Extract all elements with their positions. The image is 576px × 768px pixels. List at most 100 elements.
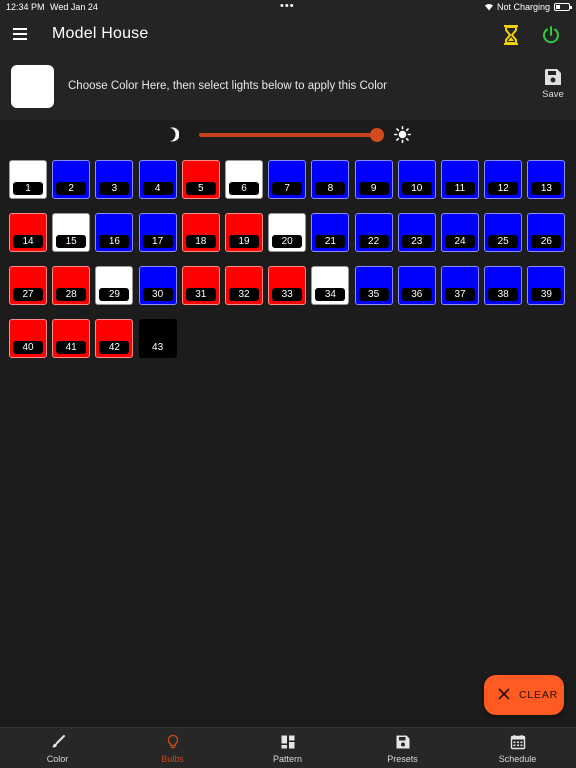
nav-item-color[interactable]: Color bbox=[0, 728, 115, 768]
bulb-tile[interactable]: 35 bbox=[354, 266, 393, 305]
nav-item-bulbs[interactable]: Bulbs bbox=[115, 728, 230, 768]
bulb-tile[interactable]: 34 bbox=[311, 266, 350, 305]
bulb-tile[interactable]: 29 bbox=[95, 266, 134, 305]
bulb-tile[interactable]: 2 bbox=[52, 160, 91, 199]
bulb-number: 35 bbox=[358, 288, 389, 301]
bulb-tile[interactable]: 16 bbox=[95, 213, 134, 252]
bulb-tile[interactable]: 4 bbox=[138, 160, 177, 199]
clear-button[interactable]: CLEAR bbox=[484, 675, 564, 715]
brush-icon bbox=[52, 735, 65, 748]
bulb-tile[interactable]: 13 bbox=[527, 160, 566, 199]
page-title: Model House bbox=[52, 25, 149, 42]
bulb-tile[interactable]: 39 bbox=[527, 266, 566, 305]
bulb-tile[interactable]: 42 bbox=[95, 319, 134, 358]
save-icon bbox=[545, 69, 561, 85]
bulb-number: 8 bbox=[315, 182, 346, 195]
bulb-number: 39 bbox=[531, 288, 562, 301]
bulb-tile[interactable]: 3 bbox=[95, 160, 134, 199]
brightness-slider-row bbox=[0, 120, 576, 150]
bulb-number: 27 bbox=[13, 288, 43, 301]
bulb-tile[interactable]: 22 bbox=[354, 213, 393, 252]
brightness-slider-thumb[interactable] bbox=[370, 128, 384, 142]
bulb-number: 4 bbox=[142, 182, 173, 195]
bulb-number: 11 bbox=[445, 182, 475, 195]
bulb-tile[interactable]: 18 bbox=[181, 213, 220, 252]
bulb-number: 3 bbox=[99, 182, 130, 195]
bulb-number: 10 bbox=[401, 182, 432, 195]
nav-label-schedule: Schedule bbox=[498, 754, 537, 764]
bulb-grid: 1 2 3 4 5 6 7 8 9 10 11 12 13 14 15 16 17 18 19 20 21 22 23 24 2… bbox=[0, 150, 576, 730]
bulb-tile[interactable]: 17 bbox=[138, 213, 177, 252]
bulb-tile[interactable]: 14 bbox=[9, 213, 47, 252]
bulb-tile[interactable]: 19 bbox=[225, 213, 263, 252]
bulb-tile[interactable]: 20 bbox=[268, 213, 307, 252]
sun-icon bbox=[394, 126, 412, 144]
bulb-tile[interactable]: 28 bbox=[52, 266, 91, 305]
app-bar: Model House bbox=[0, 16, 576, 54]
bulb-tile[interactable]: 38 bbox=[484, 266, 523, 305]
bulb-tile[interactable]: 36 bbox=[397, 266, 436, 305]
bulb-number: 7 bbox=[272, 182, 303, 195]
bulb-number: 40 bbox=[13, 341, 43, 354]
nav-item-pattern[interactable]: Pattern bbox=[230, 728, 345, 768]
bulb-tile[interactable]: 1 bbox=[9, 160, 47, 199]
bulb-tile[interactable]: 40 bbox=[9, 319, 47, 358]
bulb-tile[interactable]: 15 bbox=[52, 213, 91, 252]
nav-item-presets[interactable]: Presets bbox=[345, 728, 460, 768]
bulb-number: 33 bbox=[272, 288, 303, 301]
selected-color-swatch[interactable] bbox=[11, 65, 54, 108]
bulb-number: 30 bbox=[142, 288, 173, 301]
bulb-tile[interactable]: 12 bbox=[484, 160, 523, 199]
bulb-number: 24 bbox=[445, 235, 475, 248]
bulb-number: 31 bbox=[185, 288, 216, 301]
bulb-number: 26 bbox=[531, 235, 562, 248]
bulb-tile[interactable]: 32 bbox=[225, 266, 263, 305]
bulb-number: 9 bbox=[358, 182, 389, 195]
brightness-slider-track[interactable] bbox=[199, 133, 377, 137]
bulb-tile[interactable]: 24 bbox=[441, 213, 479, 252]
bulb-tile[interactable]: 37 bbox=[441, 266, 479, 305]
bulb-number: 20 bbox=[272, 235, 303, 248]
bulb-tile[interactable]: 8 bbox=[311, 160, 350, 199]
bulb-number: 43 bbox=[142, 341, 173, 354]
bulb-tile[interactable]: 5 bbox=[181, 160, 220, 199]
grid-layout-icon bbox=[281, 735, 294, 749]
bulb-tile[interactable]: 25 bbox=[484, 213, 523, 252]
hourglass-icon[interactable] bbox=[503, 24, 519, 46]
bulb-tile[interactable]: 9 bbox=[354, 160, 393, 199]
bulb-tile[interactable]: 11 bbox=[441, 160, 479, 199]
bulb-number: 22 bbox=[358, 235, 389, 248]
menu-icon[interactable] bbox=[13, 28, 27, 40]
bulb-number: 42 bbox=[99, 341, 130, 354]
bulb-tile[interactable]: 7 bbox=[268, 160, 307, 199]
power-icon[interactable] bbox=[541, 25, 561, 45]
bulb-number: 23 bbox=[401, 235, 432, 248]
bulb-tile[interactable]: 10 bbox=[397, 160, 436, 199]
close-icon bbox=[498, 688, 510, 700]
bulb-tile[interactable]: 23 bbox=[397, 213, 436, 252]
bulb-tile[interactable]: 27 bbox=[9, 266, 47, 305]
bulb-number: 14 bbox=[13, 235, 43, 248]
bulb-number: 21 bbox=[315, 235, 346, 248]
nav-label-bulbs: Bulbs bbox=[161, 754, 184, 764]
bulb-number: 19 bbox=[229, 235, 259, 248]
multitasking-dots-icon[interactable]: ••• bbox=[280, 0, 295, 12]
save-button[interactable]: Save bbox=[536, 68, 570, 108]
nav-label-presets: Presets bbox=[387, 754, 418, 764]
bulb-tile[interactable]: 21 bbox=[311, 213, 350, 252]
bulb-tile[interactable]: 26 bbox=[527, 213, 566, 252]
bulb-number: 16 bbox=[99, 235, 130, 248]
nav-item-schedule[interactable]: Schedule bbox=[460, 728, 575, 768]
bulb-tile[interactable]: 43 bbox=[138, 319, 177, 358]
bulb-number: 1 bbox=[13, 182, 43, 195]
bulb-tile[interactable]: 33 bbox=[268, 266, 307, 305]
bulb-tile[interactable]: 30 bbox=[138, 266, 177, 305]
bulb-number: 6 bbox=[229, 182, 259, 195]
bulb-tile[interactable]: 31 bbox=[181, 266, 220, 305]
bulb-number: 15 bbox=[56, 235, 87, 248]
bulb-tile[interactable]: 41 bbox=[52, 319, 91, 358]
bulb-number: 18 bbox=[185, 235, 216, 248]
bulb-tile[interactable]: 6 bbox=[225, 160, 263, 199]
bulb-number: 36 bbox=[401, 288, 432, 301]
moon-icon bbox=[166, 127, 180, 142]
